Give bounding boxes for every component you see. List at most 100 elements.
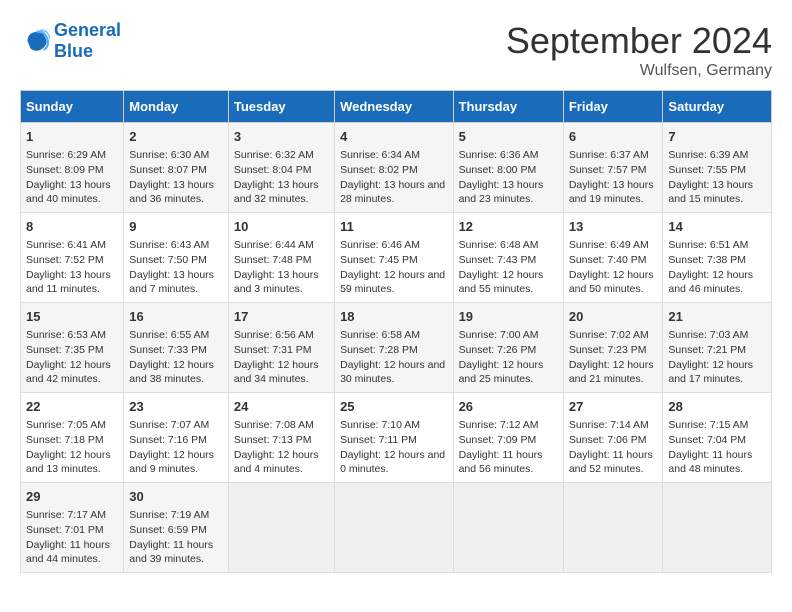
table-row: 13Sunrise: 6:49 AMSunset: 7:40 PMDayligh… [563, 213, 663, 303]
sunset-text: Sunset: 7:16 PM [129, 433, 223, 448]
table-row: 24 Sunrise: 7:08 AMSunset: 7:13 PMDayligh… [228, 393, 334, 483]
table-row: 11Sunrise: 6:46 AMSunset: 7:45 PMDayligh… [335, 213, 453, 303]
sunrise-text: Sunrise: 7:02 AM [569, 328, 658, 343]
daylight-text: Daylight: 13 hours and 3 minutes. [234, 268, 329, 297]
sunset-text: Sunset: 7:33 PM [129, 343, 223, 358]
daylight-text: Daylight: 11 hours and 44 minutes. [26, 538, 118, 567]
sunset-text: Sunset: 7:45 PM [340, 253, 447, 268]
daylight-text: Daylight: 12 hours and 30 minutes. [340, 358, 447, 387]
day-number: 5 [459, 128, 558, 146]
sunrise-text: Sunrise: 6:48 AM [459, 238, 558, 253]
sunset-text: Sunset: 8:07 PM [129, 163, 223, 178]
table-row: 14Sunrise: 6:51 AMSunset: 7:38 PMDayligh… [663, 213, 772, 303]
sunrise-text: Sunrise: 7:15 AM [668, 418, 766, 433]
sunrise-text: Sunrise: 7:14 AM [569, 418, 658, 433]
daylight-text: Daylight: 12 hours and 34 minutes. [234, 358, 329, 387]
sunset-text: Sunset: 8:09 PM [26, 163, 118, 178]
daylight-text: Daylight: 13 hours and 11 minutes. [26, 268, 118, 297]
sunrise-text: Sunrise: 6:55 AM [129, 328, 223, 343]
sunrise-text: Sunrise: 7:08 AM [234, 418, 329, 433]
sunset-text: Sunset: 7:43 PM [459, 253, 558, 268]
day-number: 30 [129, 488, 223, 506]
table-row: 6Sunrise: 6:37 AMSunset: 7:57 PMDaylight… [563, 123, 663, 213]
daylight-text: Daylight: 12 hours and 46 minutes. [668, 268, 766, 297]
day-number: 20 [569, 308, 658, 326]
daylight-text: Daylight: 13 hours and 19 minutes. [569, 178, 658, 207]
col-saturday: Saturday [663, 91, 772, 123]
daylight-text: Daylight: 12 hours and 21 minutes. [569, 358, 658, 387]
day-number: 26 [459, 398, 558, 416]
daylight-text: Daylight: 13 hours and 7 minutes. [129, 268, 223, 297]
sunrise-text: Sunrise: 6:32 AM [234, 148, 329, 163]
table-row: 7Sunrise: 6:39 AMSunset: 7:55 PMDaylight… [663, 123, 772, 213]
sunset-text: Sunset: 7:40 PM [569, 253, 658, 268]
sunrise-text: Sunrise: 6:56 AM [234, 328, 329, 343]
calendar-week-row: 8Sunrise: 6:41 AMSunset: 7:52 PMDaylight… [21, 213, 772, 303]
day-number: 14 [668, 218, 766, 236]
col-friday: Friday [563, 91, 663, 123]
day-number: 16 [129, 308, 223, 326]
sunset-text: Sunset: 7:18 PM [26, 433, 118, 448]
table-row: 15Sunrise: 6:53 AMSunset: 7:35 PMDayligh… [21, 303, 124, 393]
daylight-text: Daylight: 11 hours and 56 minutes. [459, 448, 558, 477]
day-number: 6 [569, 128, 658, 146]
calendar-week-row: 22Sunrise: 7:05 AMSunset: 7:18 PMDayligh… [21, 393, 772, 483]
calendar-header-row: Sunday Monday Tuesday Wednesday Thursday… [21, 91, 772, 123]
page-header: General Blue September 2024 Wulfsen, Ger… [20, 20, 772, 80]
table-row [228, 483, 334, 573]
sunrise-text: Sunrise: 7:19 AM [129, 508, 223, 523]
day-number: 27 [569, 398, 658, 416]
day-number: 18 [340, 308, 447, 326]
sunset-text: Sunset: 7:11 PM [340, 433, 447, 448]
sunrise-text: Sunrise: 7:12 AM [459, 418, 558, 433]
table-row: 25Sunrise: 7:10 AMSunset: 7:11 PMDayligh… [335, 393, 453, 483]
table-row: 9Sunrise: 6:43 AMSunset: 7:50 PMDaylight… [124, 213, 229, 303]
month-year: September 2024 [506, 20, 772, 62]
logo-icon [20, 26, 50, 56]
sunrise-text: Sunrise: 6:51 AM [668, 238, 766, 253]
sunrise-text: Sunrise: 6:49 AM [569, 238, 658, 253]
col-thursday: Thursday [453, 91, 563, 123]
sunset-text: Sunset: 7:57 PM [569, 163, 658, 178]
day-number: 7 [668, 128, 766, 146]
sunset-text: Sunset: 7:13 PM [234, 433, 329, 448]
day-number: 24 [234, 398, 329, 416]
table-row: 29Sunrise: 7:17 AMSunset: 7:01 PMDayligh… [21, 483, 124, 573]
day-number: 23 [129, 398, 223, 416]
sunrise-text: Sunrise: 6:30 AM [129, 148, 223, 163]
day-number: 29 [26, 488, 118, 506]
sunrise-text: Sunrise: 6:41 AM [26, 238, 118, 253]
table-row: 23 Sunrise: 7:07 AMSunset: 7:16 PMDayligh… [124, 393, 229, 483]
daylight-text: Daylight: 12 hours and 42 minutes. [26, 358, 118, 387]
daylight-text: Daylight: 12 hours and 9 minutes. [129, 448, 223, 477]
daylight-text: Daylight: 13 hours and 32 minutes. [234, 178, 329, 207]
sunrise-text: Sunrise: 6:46 AM [340, 238, 447, 253]
sunset-text: Sunset: 7:26 PM [459, 343, 558, 358]
sunrise-text: Sunrise: 7:10 AM [340, 418, 447, 433]
daylight-text: Daylight: 13 hours and 40 minutes. [26, 178, 118, 207]
table-row: 20 Sunrise: 7:02 AMSunset: 7:23 PMDayligh… [563, 303, 663, 393]
table-row [335, 483, 453, 573]
sunset-text: Sunset: 8:04 PM [234, 163, 329, 178]
day-number: 13 [569, 218, 658, 236]
daylight-text: Daylight: 12 hours and 59 minutes. [340, 268, 447, 297]
daylight-text: Daylight: 12 hours and 0 minutes. [340, 448, 447, 477]
logo: General Blue [20, 20, 121, 62]
location: Wulfsen, Germany [506, 62, 772, 80]
sunset-text: Sunset: 7:23 PM [569, 343, 658, 358]
col-monday: Monday [124, 91, 229, 123]
day-number: 2 [129, 128, 223, 146]
table-row: 18Sunrise: 6:58 AMSunset: 7:28 PMDayligh… [335, 303, 453, 393]
sunrise-text: Sunrise: 6:39 AM [668, 148, 766, 163]
table-row [453, 483, 563, 573]
table-row [563, 483, 663, 573]
sunset-text: Sunset: 7:28 PM [340, 343, 447, 358]
day-number: 19 [459, 308, 558, 326]
sunset-text: Sunset: 7:21 PM [668, 343, 766, 358]
sunrise-text: Sunrise: 7:07 AM [129, 418, 223, 433]
daylight-text: Daylight: 12 hours and 4 minutes. [234, 448, 329, 477]
day-number: 22 [26, 398, 118, 416]
logo-text: General Blue [54, 20, 121, 62]
daylight-text: Daylight: 11 hours and 48 minutes. [668, 448, 766, 477]
table-row: 27Sunrise: 7:14 AMSunset: 7:06 PMDayligh… [563, 393, 663, 483]
